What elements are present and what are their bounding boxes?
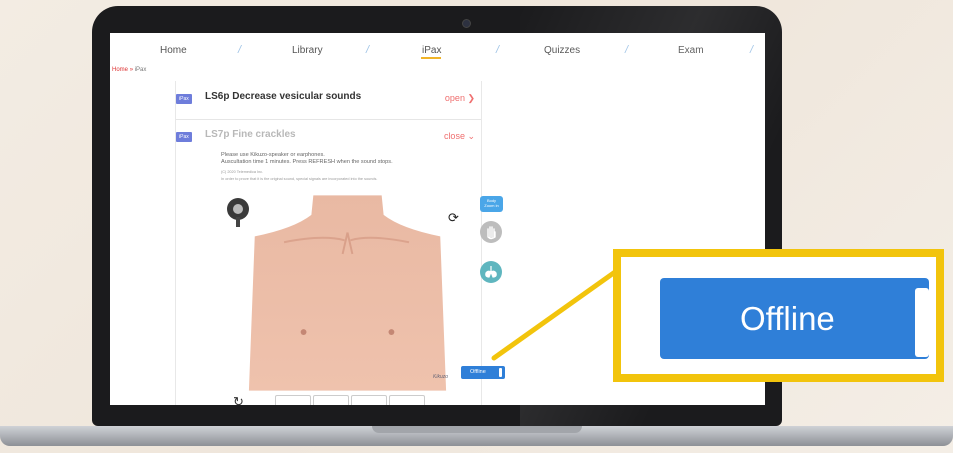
- close-link[interactable]: close ⌄: [444, 131, 475, 142]
- zoom-label-2: Zoom in: [484, 203, 499, 208]
- reload-icon[interactable]: ↻: [233, 393, 245, 405]
- hand-glyph: [487, 226, 496, 240]
- signal-note: In order to prove that it is the origina…: [221, 177, 378, 181]
- body-zoom-in-button[interactable]: Body Zoom in: [480, 196, 503, 212]
- player-control[interactable]: [351, 395, 387, 405]
- hand-icon[interactable]: [480, 221, 502, 243]
- nav-library[interactable]: Library: [292, 45, 323, 56]
- nav-separator: /: [750, 44, 754, 56]
- ipax-tag: iPax: [176, 132, 192, 142]
- signature: Kikuzo: [433, 374, 449, 380]
- sound-title: LS7p Fine crackles: [205, 129, 296, 140]
- zoom-callout: Offline: [613, 249, 944, 382]
- player-control[interactable]: [389, 395, 425, 405]
- offline-button-zoomed[interactable]: Offline: [660, 278, 929, 359]
- top-nav: Home / Library / iPax / Quizzes / Exam /: [110, 33, 765, 65]
- toggle-knob: [915, 288, 929, 357]
- breadcrumb-home[interactable]: Home: [112, 67, 128, 73]
- nav-separator: /: [366, 44, 370, 56]
- offline-toggle[interactable]: Offline: [461, 366, 505, 379]
- ipax-tag: iPax: [176, 94, 192, 104]
- instructions-line-2: Auscultation time 1 minutes. Press REFRE…: [221, 159, 393, 165]
- callout-connector: [491, 269, 618, 361]
- nav-exam[interactable]: Exam: [678, 45, 704, 56]
- sound-title: LS6p Decrease vesicular sounds: [205, 91, 362, 102]
- nav-quizzes[interactable]: Quizzes: [544, 45, 580, 56]
- stethoscope-stem: [236, 217, 240, 227]
- nav-active-underline: [421, 57, 441, 59]
- laptop-notch: [372, 426, 582, 433]
- webcam: [462, 19, 471, 28]
- refresh-icon[interactable]: ⟳: [448, 211, 461, 224]
- instructions-line-1: Please use Kikuzo-speaker or earphones.: [221, 152, 325, 158]
- open-link[interactable]: open ❯: [445, 93, 475, 104]
- nav-separator: /: [238, 44, 242, 56]
- nav-separator: /: [625, 44, 629, 56]
- nav-home[interactable]: Home: [160, 45, 187, 56]
- breadcrumb-current: iPax: [134, 67, 147, 73]
- breadcrumb-sep: »: [129, 67, 134, 73]
- player-control[interactable]: [313, 395, 349, 405]
- nav-separator: /: [496, 44, 500, 56]
- breadcrumb: Home » iPax: [112, 67, 146, 73]
- player-control[interactable]: [275, 395, 311, 405]
- torso-image: [248, 195, 447, 391]
- nav-ipax[interactable]: iPax: [422, 45, 441, 56]
- copyright-text: (C) 2020 Telemedica Inc.: [221, 170, 264, 174]
- sound-row[interactable]: iPax LS6p Decrease vesicular sounds open…: [176, 81, 481, 120]
